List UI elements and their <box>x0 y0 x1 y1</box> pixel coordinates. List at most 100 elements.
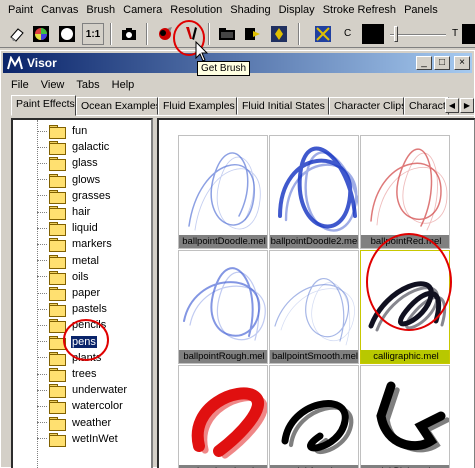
tree-item-label: paper <box>72 287 101 299</box>
tree-item-metal[interactable]: metal <box>37 253 100 269</box>
tab-scroll-left-button[interactable]: ◀ <box>445 98 459 113</box>
tree-connector <box>37 389 47 391</box>
menu-camera[interactable]: Camera <box>119 4 166 16</box>
folder-icon <box>49 125 66 139</box>
tree-item-trees[interactable]: trees <box>37 366 97 382</box>
tree-item-label: glows <box>72 173 101 186</box>
tree-item-label: wetInWet <box>72 432 118 445</box>
brush-thumbnail[interactable]: ballpointDoodle.mel <box>178 135 268 249</box>
brush-thumbnail[interactable]: inkBlob.mel <box>360 365 450 468</box>
tree-item-plants[interactable]: plants <box>37 350 102 366</box>
tree-item-liquid[interactable]: liquid <box>37 220 99 237</box>
tree-item-watercolor[interactable]: watercolor <box>37 398 124 415</box>
brush-thumbnail-label: calligraphic.mel <box>361 350 449 363</box>
tree-connector <box>37 373 47 375</box>
main-menubar: Paint Canvas Brush Camera Resolution Sha… <box>0 0 475 20</box>
folder-icon <box>49 206 66 220</box>
tree-item-pens[interactable]: pens <box>37 334 97 350</box>
tab-fluid-initial-states[interactable]: Fluid Initial States <box>237 97 329 115</box>
tree-item-glass[interactable]: glass <box>37 155 99 172</box>
folder-icon <box>49 189 66 204</box>
tree-connector <box>37 276 47 278</box>
tree-item-hair[interactable]: hair <box>37 204 91 220</box>
menu-display[interactable]: Display <box>275 4 319 16</box>
visor-menu-help[interactable]: Help <box>112 79 135 91</box>
menu-shading[interactable]: Shading <box>226 4 274 16</box>
paint-bucket-icon[interactable] <box>154 23 176 45</box>
menu-canvas[interactable]: Canvas <box>37 4 82 16</box>
folder-icon <box>49 303 66 318</box>
visor-menubar: File View Tabs Help <box>3 77 472 93</box>
visor-menu-tabs[interactable]: Tabs <box>76 79 99 91</box>
brush-thumbnail-label: ballpointSmooth.mel <box>270 350 359 363</box>
opacity-slider[interactable] <box>390 24 446 44</box>
visor-menu-file[interactable]: File <box>11 79 29 91</box>
menu-paint[interactable]: Paint <box>4 4 37 16</box>
menu-stroke-refresh[interactable]: Stroke Refresh <box>319 4 400 16</box>
camera-icon[interactable] <box>118 23 140 45</box>
tree-item-paper[interactable]: paper <box>37 285 101 301</box>
tab-paint-effects[interactable]: Paint Effects <box>11 95 76 116</box>
brush-thumbnail[interactable]: ink1.mel <box>269 365 359 468</box>
brush-preview-icon <box>376 381 449 453</box>
tree-item-galactic[interactable]: galactic <box>37 139 110 156</box>
visor-tabs: Paint Effects Ocean Examples Fluid Examp… <box>11 95 475 116</box>
tab-fluid-examples[interactable]: Fluid Examples <box>158 97 237 115</box>
eraser-icon[interactable] <box>6 23 28 45</box>
visor-menu-view[interactable]: View <box>41 79 65 91</box>
paint-toolbar: 1:1 C T <box>0 20 475 48</box>
brush-thumbnail[interactable]: ballpointSmooth.mel <box>269 250 359 364</box>
close-button[interactable]: × <box>454 56 470 70</box>
brush-thumbnail-label: ballpointDoodle.mel <box>179 235 267 248</box>
tree-item-oils[interactable]: oils <box>37 269 90 285</box>
brush-preview-icon <box>281 400 354 454</box>
tab-ocean-examples[interactable]: Ocean Examples <box>76 97 158 115</box>
tree-item-pencils[interactable]: pencils <box>37 317 107 334</box>
folder-icon <box>49 384 66 399</box>
render-icon[interactable] <box>268 23 290 45</box>
folder-open-icon[interactable] <box>216 23 238 45</box>
tree-item-grasses[interactable]: grasses <box>37 188 112 204</box>
save-image-icon[interactable] <box>242 23 264 45</box>
tree-connector <box>37 357 47 359</box>
menu-brush[interactable]: Brush <box>82 4 119 16</box>
get-brush-icon[interactable] <box>180 23 202 45</box>
color-swatch[interactable] <box>362 24 384 44</box>
brush-thumbnail[interactable]: ballpointRough.mel <box>178 250 268 364</box>
tab-character-clips[interactable]: Character Clips <box>329 97 404 115</box>
brush-preview-icon <box>274 278 355 346</box>
tree-item-label: pens <box>71 335 97 348</box>
actual-size-button[interactable]: 1:1 <box>82 23 104 45</box>
wrap-icon[interactable] <box>312 23 334 45</box>
tree-item-pastels[interactable]: pastels <box>37 301 108 318</box>
tree-item-fun[interactable]: fun <box>37 123 88 139</box>
brush-thumbnail[interactable]: calligraphic.mel <box>360 250 450 364</box>
tree-item-glows[interactable]: glows <box>37 172 101 188</box>
brush-thumbnail[interactable]: ballpointDoodle2.mel <box>269 135 359 249</box>
tree-item-wetinwet[interactable]: wetInWet <box>37 431 119 447</box>
brush-thumbnail-label: ballpointDoodle2.mel <box>270 235 359 248</box>
tree-connector <box>37 179 47 181</box>
color-wheel-icon[interactable] <box>30 23 52 45</box>
brush-thumbnail[interactable]: dopplered.mel <box>178 365 268 468</box>
brush-preview-icon <box>278 146 358 232</box>
circle-brush-icon[interactable] <box>56 23 78 45</box>
brush-preview-icon <box>368 281 447 332</box>
tree-connector <box>37 227 47 229</box>
tree-item-underwater[interactable]: underwater <box>37 382 128 399</box>
menu-resolution[interactable]: Resolution <box>166 4 226 16</box>
menu-panels[interactable]: Panels <box>400 4 442 16</box>
maximize-button[interactable]: □ <box>434 56 450 70</box>
tab-characters[interactable]: Characte <box>404 97 449 115</box>
tree-item-label: pencils <box>72 319 107 332</box>
brush-thumbnail[interactable]: ballpointRed.mel <box>360 135 450 249</box>
tab-scroll-right-button[interactable]: ▶ <box>460 98 474 113</box>
transparency-swatch[interactable] <box>462 24 475 44</box>
minimize-button[interactable]: _ <box>416 56 432 70</box>
tree-item-label: pastels <box>72 303 107 316</box>
brush-thumbnail-label: ballpointRough.mel <box>179 350 267 363</box>
brush-folder-tree: fun galactic glass glows grasses hair liquid ma… <box>11 118 153 468</box>
tree-connector <box>37 243 47 245</box>
tree-item-weather[interactable]: weather <box>37 415 112 431</box>
tree-item-markers[interactable]: markers <box>37 236 113 253</box>
